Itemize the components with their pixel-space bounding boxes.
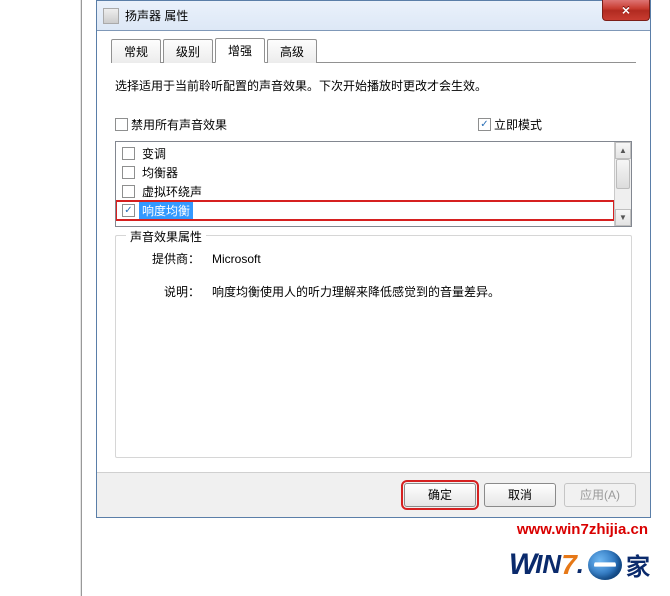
tab-enhancements[interactable]: 增强 [215, 38, 265, 63]
window-title: 扬声器 属性 [125, 7, 188, 24]
checkbox-icon[interactable]: ✓ [122, 204, 135, 217]
tab-general[interactable]: 常规 [111, 39, 161, 63]
checkbox-icon[interactable] [122, 147, 135, 160]
scroll-down-button[interactable]: ▼ [615, 209, 631, 226]
provider-label: 提供商： [130, 250, 212, 269]
immediate-mode-checkbox[interactable]: ✓ 立即模式 [478, 116, 542, 133]
logo-badge-icon [588, 550, 622, 580]
desc-value: 响度均衡使用人的听力理解来降低感觉到的音量差异。 [212, 283, 617, 302]
tab-levels[interactable]: 级别 [163, 39, 213, 63]
effect-label: 均衡器 [139, 164, 181, 181]
logo-w: W [509, 548, 535, 582]
checkbox-icon [115, 118, 128, 131]
checkbox-icon: ✓ [478, 118, 491, 131]
group-title: 声音效果属性 [126, 228, 206, 245]
disable-all-label: 禁用所有声音效果 [131, 116, 227, 133]
checkbox-icon[interactable] [122, 166, 135, 179]
cancel-button[interactable]: 取消 [484, 483, 556, 507]
desc-label: 说明： [130, 283, 212, 302]
list-item-loudness[interactable]: ✓ 响度均衡 [116, 201, 614, 220]
effect-label: 变调 [139, 145, 169, 162]
win7-logo: W IN 7 . 家 [509, 547, 650, 582]
tab-advanced[interactable]: 高级 [267, 39, 317, 63]
ok-button[interactable]: 确定 [404, 483, 476, 507]
list-item[interactable]: 虚拟环绕声 [116, 182, 614, 201]
logo-in: IN [535, 549, 561, 580]
logo-dot: . [577, 549, 584, 580]
effect-label: 虚拟环绕声 [139, 183, 205, 200]
dialog-footer: 确定 取消 应用(A) [97, 472, 650, 517]
client-area: 常规 级别 增强 高级 选择适用于当前聆听配置的声音效果。下次开始播放时更改才会… [97, 31, 650, 472]
watermark-text: www.win7zhijia.cn [517, 521, 648, 538]
scroll-track[interactable] [615, 159, 631, 209]
scroll-up-button[interactable]: ▲ [615, 142, 631, 159]
scroll-thumb[interactable] [616, 159, 630, 189]
provider-value: Microsoft [212, 250, 617, 269]
dialog-window: 扬声器 属性 × 常规 级别 增强 高级 选择适用于当前聆听配置的声音效果。下次… [96, 0, 651, 518]
effects-listbox[interactable]: 变调 均衡器 虚拟环绕声 ✓ 响度均衡 ▲ [115, 141, 632, 227]
tab-strip: 常规 级别 增强 高级 [111, 39, 636, 63]
properties-group: 声音效果属性 提供商： Microsoft 说明： 响度均衡使用人的听力理解来降… [115, 235, 632, 457]
options-row: 禁用所有声音效果 ✓ 立即模式 [115, 116, 632, 133]
effects-list: 变调 均衡器 虚拟环绕声 ✓ 响度均衡 [116, 142, 614, 226]
logo-seven: 7 [561, 549, 577, 581]
disable-all-checkbox[interactable]: 禁用所有声音效果 [115, 116, 227, 133]
close-icon: × [622, 2, 630, 18]
scrollbar[interactable]: ▲ ▼ [614, 142, 631, 226]
close-button[interactable]: × [602, 0, 650, 21]
apply-button[interactable]: 应用(A) [564, 483, 636, 507]
logo-jia: 家 [626, 547, 650, 582]
titlebar[interactable]: 扬声器 属性 × [97, 1, 650, 31]
list-item[interactable]: 变调 [116, 144, 614, 163]
effect-label: 响度均衡 [139, 202, 193, 219]
list-item[interactable]: 均衡器 [116, 163, 614, 182]
speaker-icon [103, 8, 119, 24]
immediate-mode-label: 立即模式 [494, 116, 542, 133]
description-text: 选择适用于当前聆听配置的声音效果。下次开始播放时更改才会生效。 [115, 77, 632, 96]
checkbox-icon[interactable] [122, 185, 135, 198]
